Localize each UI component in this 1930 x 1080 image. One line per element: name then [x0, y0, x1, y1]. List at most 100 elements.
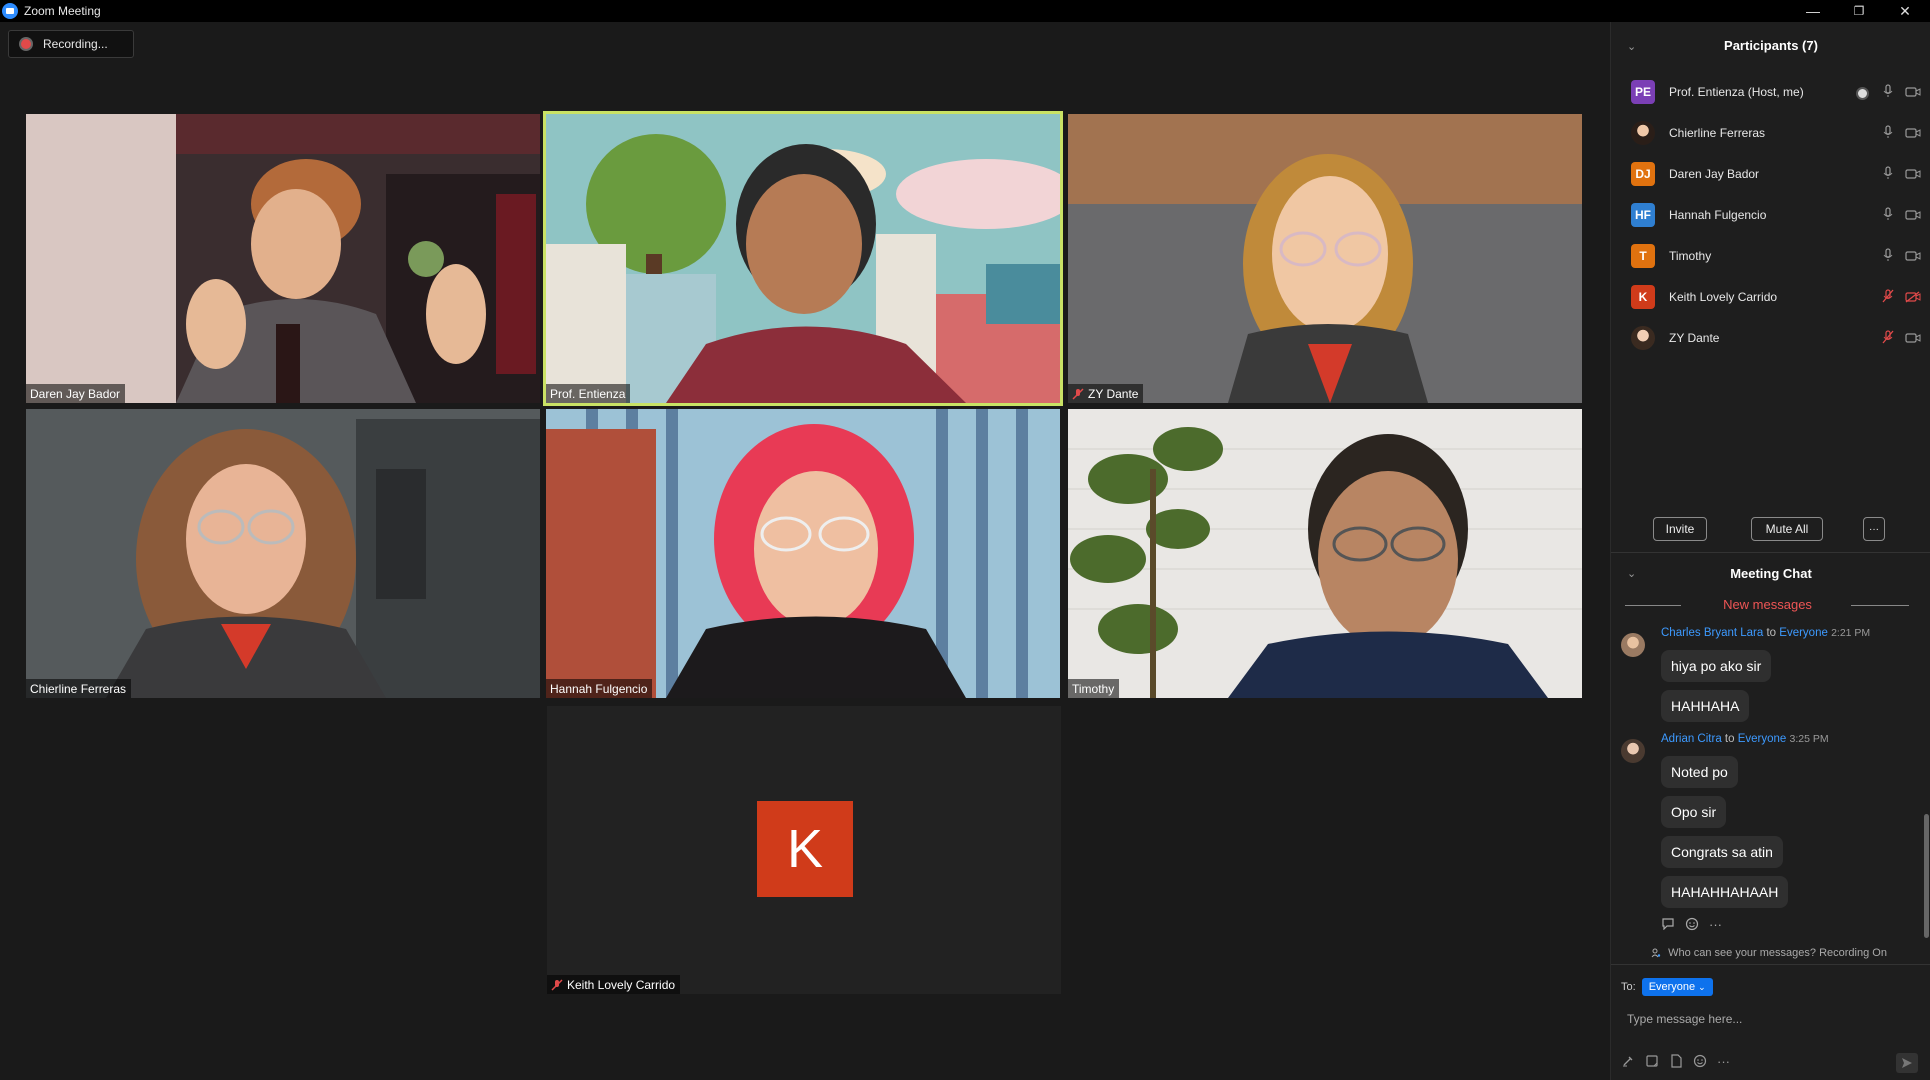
reply-icon[interactable]	[1661, 917, 1675, 934]
title-bar: Zoom Meeting — ❐ ✕	[0, 0, 1930, 22]
tile-nameplate: Daren Jay Bador	[26, 384, 126, 403]
chat-input-divider	[1611, 964, 1930, 965]
mic-icon[interactable]	[1881, 125, 1895, 144]
tile-nameplate: Prof. Entienza	[546, 384, 631, 403]
window-title: Zoom Meeting	[24, 4, 101, 18]
screenshot-icon[interactable]	[1645, 1054, 1659, 1071]
chat-header: ⌄ Meeting Chat	[1611, 553, 1930, 593]
chat-title: Meeting Chat	[1730, 566, 1812, 581]
participant-row[interactable]: DJ Daren Jay Bador	[1611, 154, 1930, 195]
video-tile-zy-dante[interactable]: ZY Dante	[1068, 114, 1582, 403]
video-feed	[1068, 114, 1582, 403]
participant-row[interactable]: PE Prof. Entienza (Host, me)	[1611, 72, 1930, 113]
message-time: 2:21 PM	[1831, 627, 1871, 639]
recording-dot-icon	[1856, 87, 1869, 100]
participant-name: Hannah Fulgencio	[550, 682, 648, 696]
close-button[interactable]: ✕	[1882, 0, 1928, 22]
mute-all-button[interactable]: Mute All	[1751, 517, 1823, 541]
mic-muted-icon	[551, 979, 563, 991]
video-camera-icon[interactable]	[1905, 208, 1921, 226]
participant-row[interactable]: Chierline Ferreras	[1611, 113, 1930, 154]
chat-message[interactable]: Noted po	[1661, 756, 1738, 788]
chat-message[interactable]: Congrats sa atin	[1661, 836, 1783, 868]
participant-avatar: K	[757, 801, 853, 897]
mic-icon[interactable]	[1881, 166, 1895, 185]
chat-message[interactable]: hiya po ako sir	[1661, 650, 1772, 682]
chat-message[interactable]: Opo sir	[1661, 796, 1727, 828]
participant-name: ZY Dante	[1088, 387, 1139, 401]
participant-name: Timothy	[1072, 682, 1115, 696]
recording-label: Recording...	[43, 37, 108, 51]
participant-name: Daren Jay Bador	[30, 387, 121, 401]
participant-name: Hannah Fulgencio	[1669, 208, 1767, 222]
message-time: 3:25 PM	[1789, 733, 1829, 745]
chat-message-group: Adrian Citra to Everyone 3:25 PM Noted p…	[1611, 733, 1930, 913]
mic-muted-icon	[1072, 388, 1084, 400]
video-tile-hannah[interactable]: Hannah Fulgencio	[546, 409, 1060, 698]
participant-name: Chierline Ferreras	[1669, 126, 1766, 140]
video-feed	[26, 114, 540, 403]
chat-message[interactable]: HAHHAHA	[1661, 690, 1750, 722]
more-icon[interactable]: ···	[1717, 1054, 1730, 1071]
participants-list: PE Prof. Entienza (Host, me) Chierline F…	[1611, 72, 1930, 359]
tile-nameplate: Keith Lovely Carrido	[547, 975, 681, 994]
participants-actions: Invite Mute All ···	[1611, 517, 1930, 541]
sender-avatar	[1621, 739, 1645, 763]
minimize-button[interactable]: —	[1790, 0, 1836, 22]
participants-header: ⌄ Participants (7)	[1611, 22, 1930, 68]
participant-row[interactable]: T Timothy	[1611, 236, 1930, 277]
video-camera-icon[interactable]	[1905, 331, 1921, 349]
zoom-logo-icon	[2, 3, 18, 19]
mic-icon[interactable]	[1881, 84, 1895, 103]
sender-name[interactable]: Charles Bryant Lara	[1661, 627, 1763, 639]
chat-message[interactable]: HAHAHHAHAAH	[1661, 876, 1789, 908]
mic-icon[interactable]	[1881, 207, 1895, 226]
video-camera-icon[interactable]	[1905, 85, 1921, 103]
add-reaction-icon[interactable]	[1685, 917, 1699, 934]
format-icon[interactable]	[1621, 1054, 1635, 1071]
chat-message-group: Charles Bryant Lara to Everyone 2:21 PM …	[1611, 627, 1930, 727]
mic-muted-icon[interactable]	[1881, 330, 1895, 349]
restore-button[interactable]: ❐	[1836, 0, 1882, 22]
send-button[interactable]	[1896, 1053, 1918, 1073]
privacy-notice[interactable]: Who can see your messages? Recording On	[1651, 947, 1887, 959]
tile-nameplate: Hannah Fulgencio	[546, 679, 653, 698]
video-camera-icon[interactable]	[1905, 249, 1921, 267]
mic-muted-icon[interactable]	[1881, 289, 1895, 308]
chat-scrollbar[interactable]	[1924, 814, 1929, 938]
invite-button[interactable]: Invite	[1653, 517, 1707, 541]
video-off-icon[interactable]	[1905, 290, 1921, 308]
message-header: Adrian Citra to Everyone 3:25 PM	[1661, 733, 1930, 753]
video-feed	[546, 114, 1060, 403]
message-input[interactable]	[1625, 1009, 1919, 1029]
emoji-icon[interactable]	[1693, 1054, 1707, 1071]
to-word: to	[1724, 733, 1735, 745]
more-options-button[interactable]: ···	[1863, 517, 1885, 541]
participant-avatar: HF	[1631, 203, 1655, 227]
privacy-notice-text: Who can see your messages? Recording On	[1668, 947, 1887, 959]
video-tile-timothy[interactable]: Timothy	[1068, 409, 1582, 698]
participant-name: Prof. Entienza (Host, me)	[1669, 85, 1804, 99]
participant-avatar: DJ	[1631, 162, 1655, 186]
participant-row[interactable]: K Keith Lovely Carrido	[1611, 277, 1930, 318]
video-camera-icon[interactable]	[1905, 167, 1921, 185]
participant-row[interactable]: ZY Dante	[1611, 318, 1930, 359]
mic-icon[interactable]	[1881, 248, 1895, 267]
video-tile-daren[interactable]: Daren Jay Bador	[26, 114, 540, 403]
video-tile-prof-entienza[interactable]: Prof. Entienza	[546, 114, 1060, 403]
participant-name: Keith Lovely Carrido	[567, 978, 676, 992]
video-camera-icon[interactable]	[1905, 126, 1921, 144]
tile-nameplate: Chierline Ferreras	[26, 679, 132, 698]
file-icon[interactable]	[1669, 1054, 1683, 1071]
chat-toolbar: ···	[1621, 1054, 1730, 1071]
sender-name[interactable]: Adrian Citra	[1661, 733, 1722, 745]
video-tile-keith[interactable]: K Keith Lovely Carrido	[547, 706, 1061, 994]
recording-dot-icon	[21, 39, 31, 49]
participant-name: Prof. Entienza	[550, 387, 626, 401]
more-icon[interactable]: ···	[1709, 917, 1722, 934]
video-tile-chierline[interactable]: Chierline Ferreras	[26, 409, 540, 698]
participant-row[interactable]: HF Hannah Fulgencio	[1611, 195, 1930, 236]
recipient-row: To: Everyone ⌄	[1621, 978, 1713, 996]
recording-indicator[interactable]: Recording...	[8, 30, 134, 58]
recipient-dropdown[interactable]: Everyone ⌄	[1641, 978, 1713, 996]
